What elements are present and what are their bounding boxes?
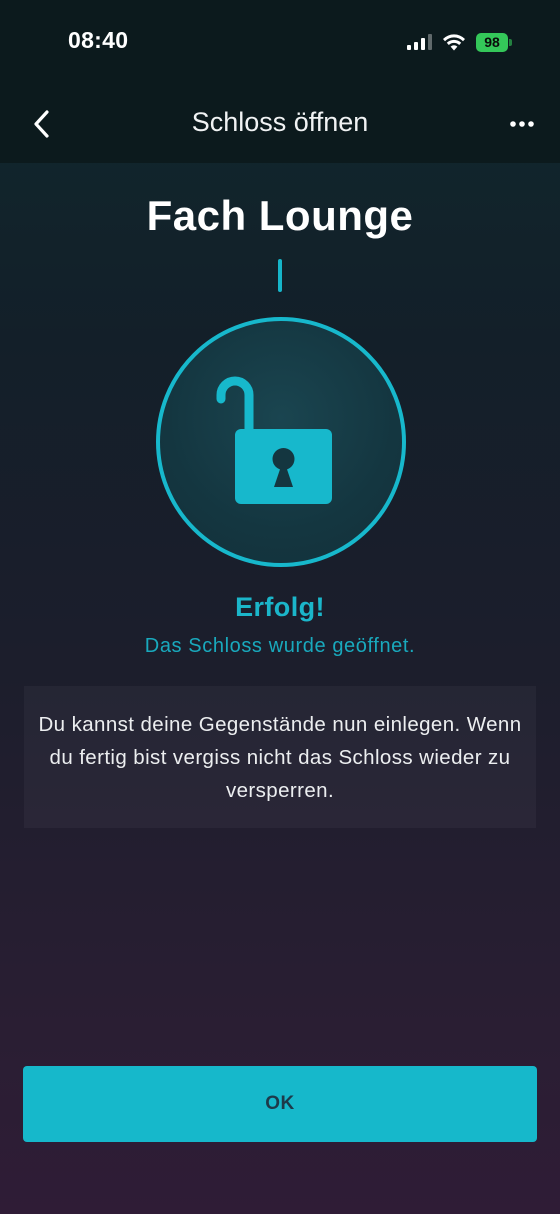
lock-open-icon [216, 376, 332, 504]
battery-icon: 98 [476, 32, 512, 52]
status-time: 08:40 [68, 27, 129, 53]
connector-line [278, 259, 282, 292]
status-subtitle: Das Schloss wurde geöffnet. [144, 635, 416, 657]
nav-title: Schloss öffnen [191, 107, 369, 137]
locker-title: Fach Lounge [146, 192, 414, 239]
more-options-button[interactable] [502, 106, 542, 142]
ok-button[interactable]: OK [23, 1066, 537, 1142]
wifi-icon [443, 34, 465, 51]
cellular-signal-icon [407, 34, 432, 50]
battery-level: 98 [476, 32, 508, 52]
more-horizontal-icon [510, 121, 534, 127]
status-icons: 98 [407, 30, 512, 54]
status-title: Erfolg! [235, 592, 325, 622]
info-text: Du kannst deine Gegenstände nun einlegen… [38, 712, 522, 802]
top-bar: 08:40 98 Schloss öffnen [0, 0, 560, 163]
lock-status-circle [156, 317, 406, 567]
info-box: Du kannst deine Gegenstände nun einlegen… [24, 686, 536, 828]
